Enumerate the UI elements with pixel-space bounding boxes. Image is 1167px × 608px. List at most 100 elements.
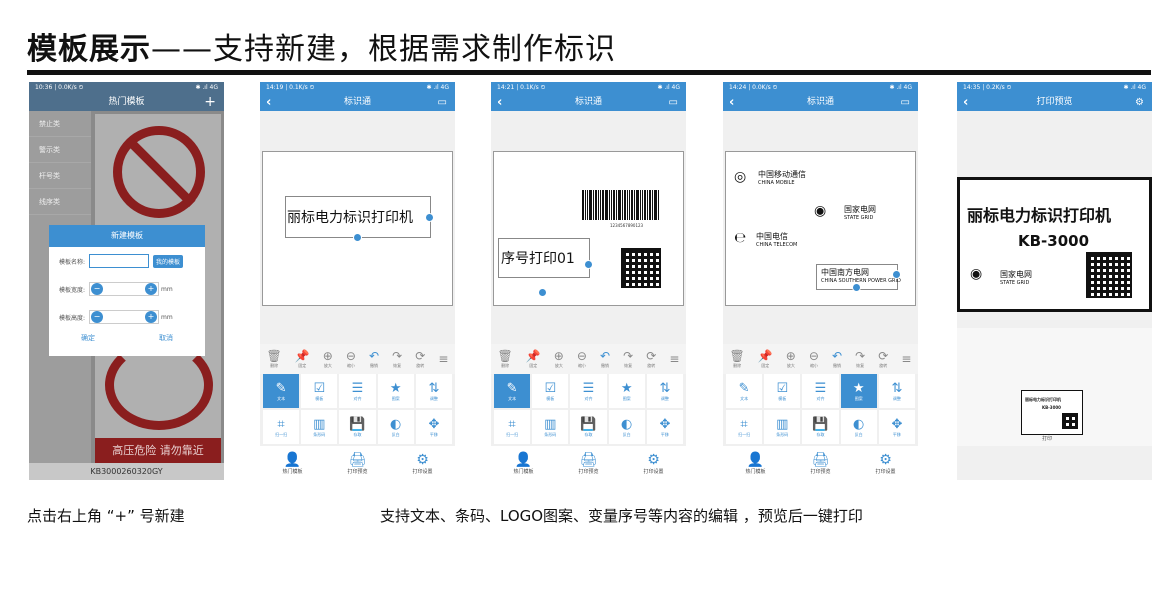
toolbar-pin-button[interactable]: 📌 固定: [526, 349, 541, 369]
toolbar-zoom-in-button[interactable]: ⊕ 放大: [323, 349, 333, 369]
tool-move-button[interactable]: ✥ 平移: [646, 410, 683, 444]
resize-handle[interactable]: [353, 233, 362, 242]
battery-icon[interactable]: ▭: [438, 96, 447, 109]
toolbar-delete-button[interactable]: 🗑 删除: [498, 349, 513, 369]
plus-icon[interactable]: +: [145, 311, 158, 323]
toolbar-rotate-button[interactable]: ⟳ 旋转: [646, 349, 656, 369]
toolbar-more-button[interactable]: ≡: [901, 352, 911, 366]
confirm-button[interactable]: 确定: [81, 333, 95, 343]
minus-icon[interactable]: −: [91, 283, 104, 295]
toolbar-more-button[interactable]: ≡: [669, 352, 679, 366]
nav-print-preview-button[interactable]: 🖨 打印预览: [810, 452, 830, 475]
tool-scan-button[interactable]: ⌗ 扫一扫: [494, 410, 531, 444]
nav-hot-templates-button[interactable]: 👤 热门模板: [513, 452, 533, 475]
tool-align-button[interactable]: ☰ 对齐: [339, 374, 376, 408]
nav-hot-templates-button[interactable]: 👤 热门模板: [745, 452, 765, 475]
tool-text-button[interactable]: ✎ 文本: [494, 374, 531, 408]
tool-save-button[interactable]: 💾 存取: [339, 410, 376, 444]
toolbar-zoom-in-button[interactable]: ⊕ 放大: [786, 349, 796, 369]
tool-text-button[interactable]: ✎ 文本: [263, 374, 300, 408]
category-item[interactable]: 警示类: [29, 137, 91, 163]
height-stepper[interactable]: − +: [89, 310, 160, 324]
toolbar-delete-button[interactable]: 🗑 删除: [730, 349, 745, 369]
label-canvas[interactable]: ◎ 中国移动通信 CHINA MOBILE ◉ 国家电网 STATE GRID ℮ …: [725, 151, 916, 306]
nav-hot-templates-button[interactable]: 👤 热门模板: [282, 452, 302, 475]
add-icon[interactable]: +: [204, 95, 216, 109]
nav-print-settings-button[interactable]: ⚙ 打印设置: [875, 452, 895, 475]
back-icon[interactable]: ‹: [729, 94, 734, 111]
text-element[interactable]: 丽标电力标识打印机: [285, 196, 431, 238]
resize-handle[interactable]: [538, 288, 547, 297]
plus-icon[interactable]: +: [145, 283, 158, 295]
tool-adjust-button[interactable]: ⇅ 调整: [878, 374, 915, 408]
back-icon[interactable]: ‹: [266, 94, 271, 111]
gear-icon[interactable]: ⚙: [1135, 96, 1144, 109]
tool-pattern-button[interactable]: ★ 图案: [608, 374, 645, 408]
category-item[interactable]: 禁止类: [29, 111, 91, 137]
tool-text-button[interactable]: ✎ 文本: [726, 374, 763, 408]
tool-template-button[interactable]: ☑ 模板: [301, 374, 338, 408]
logo-state-grid[interactable]: 国家电网 STATE GRID: [844, 205, 876, 223]
tool-save-button[interactable]: 💾 存取: [570, 410, 607, 444]
toolbar-undo-button[interactable]: ↶ 撤销: [832, 349, 842, 369]
tool-scan-button[interactable]: ⌗ 扫一扫: [263, 410, 300, 444]
tool-barcode-button[interactable]: ▥ 条形码: [532, 410, 569, 444]
toolbar-more-button[interactable]: ≡: [438, 352, 448, 366]
toolbar-zoom-out-button[interactable]: ⊖ 缩小: [577, 349, 587, 369]
serial-text-element[interactable]: 序号打印01: [498, 238, 590, 278]
tool-invert-button[interactable]: ◐ 反白: [608, 410, 645, 444]
tool-barcode-button[interactable]: ▥ 条形码: [301, 410, 338, 444]
tool-invert-button[interactable]: ◐ 反白: [840, 410, 877, 444]
toolbar-delete-button[interactable]: 🗑 删除: [267, 349, 282, 369]
tool-scan-button[interactable]: ⌗ 扫一扫: [726, 410, 763, 444]
tool-barcode-button[interactable]: ▥ 条形码: [764, 410, 801, 444]
nav-print-preview-button[interactable]: 🖨 打印预览: [347, 452, 367, 475]
battery-icon[interactable]: ▭: [901, 96, 910, 109]
toolbar-zoom-out-button[interactable]: ⊖ 缩小: [346, 349, 356, 369]
nav-print-preview-button[interactable]: 🖨 打印预览: [578, 452, 598, 475]
template-name-input[interactable]: [89, 254, 150, 268]
tool-invert-button[interactable]: ◐ 反白: [377, 410, 414, 444]
toolbar-redo-button[interactable]: ↷ 恢复: [392, 349, 402, 369]
tool-adjust-button[interactable]: ⇅ 调整: [415, 374, 452, 408]
toolbar-undo-button[interactable]: ↶ 撤销: [600, 349, 610, 369]
logo-china-mobile[interactable]: 中国移动通信 CHINA MOBILE: [758, 170, 806, 188]
tool-adjust-button[interactable]: ⇅ 调整: [646, 374, 683, 408]
toolbar-redo-button[interactable]: ↷ 恢复: [855, 349, 865, 369]
tool-pattern-button[interactable]: ★ 图案: [377, 374, 414, 408]
toolbar-zoom-in-button[interactable]: ⊕ 放大: [554, 349, 564, 369]
nav-print-settings-button[interactable]: ⚙ 打印设置: [412, 452, 432, 475]
resize-handle[interactable]: [852, 283, 861, 292]
tool-align-button[interactable]: ☰ 对齐: [570, 374, 607, 408]
tool-move-button[interactable]: ✥ 平移: [878, 410, 915, 444]
tool-align-button[interactable]: ☰ 对齐: [802, 374, 839, 408]
nav-print-settings-button[interactable]: ⚙ 打印设置: [643, 452, 663, 475]
category-item[interactable]: 线序类: [29, 189, 91, 215]
back-icon[interactable]: ‹: [497, 94, 502, 111]
rotate-handle[interactable]: [584, 260, 593, 269]
tool-save-button[interactable]: 💾 存取: [802, 410, 839, 444]
logo-china-telecom[interactable]: 中国电信 CHINA TELECOM: [756, 232, 797, 250]
toolbar-undo-button[interactable]: ↶ 撤销: [369, 349, 379, 369]
label-canvas[interactable]: 丽标电力标识打印机: [262, 151, 453, 306]
tool-move-button[interactable]: ✥ 平移: [415, 410, 452, 444]
tool-template-button[interactable]: ☑ 模板: [764, 374, 801, 408]
width-stepper[interactable]: − +: [89, 282, 160, 296]
toolbar-pin-button[interactable]: 📌 固定: [295, 349, 310, 369]
toolbar-zoom-out-button[interactable]: ⊖ 缩小: [809, 349, 819, 369]
battery-icon[interactable]: ▭: [669, 96, 678, 109]
toolbar-rotate-button[interactable]: ⟳ 旋转: [415, 349, 425, 369]
category-item[interactable]: 杆号类: [29, 163, 91, 189]
minus-icon[interactable]: −: [91, 311, 104, 323]
label-canvas[interactable]: 1234567890123 序号打印01: [493, 151, 684, 306]
rotate-handle[interactable]: [892, 270, 901, 279]
toolbar-redo-button[interactable]: ↷ 恢复: [623, 349, 633, 369]
tool-pattern-button[interactable]: ★ 图案: [840, 374, 877, 408]
qr-code-element[interactable]: [621, 248, 661, 288]
tool-template-button[interactable]: ☑ 模板: [532, 374, 569, 408]
toolbar-pin-button[interactable]: 📌 固定: [758, 349, 773, 369]
cancel-button[interactable]: 取消: [159, 333, 173, 343]
back-icon[interactable]: ‹: [963, 94, 968, 111]
my-template-button[interactable]: 我的模板: [153, 254, 184, 268]
rotate-handle[interactable]: [425, 213, 434, 222]
